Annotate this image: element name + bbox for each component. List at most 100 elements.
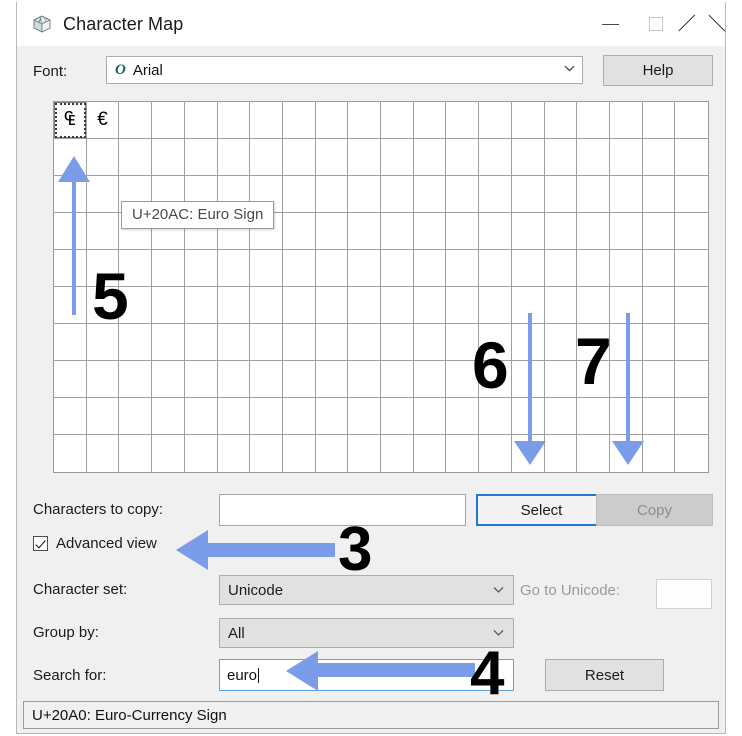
character-cell[interactable]	[577, 139, 610, 176]
character-cell[interactable]	[609, 176, 643, 213]
character-cell[interactable]	[283, 435, 316, 472]
character-cell[interactable]	[642, 139, 676, 176]
character-cell[interactable]	[675, 176, 708, 213]
maximize-button[interactable]	[633, 2, 679, 46]
select-button[interactable]: Select	[476, 494, 607, 526]
character-cell[interactable]	[184, 102, 218, 139]
character-cell[interactable]	[315, 213, 349, 250]
character-cell[interactable]	[479, 250, 512, 287]
character-cell[interactable]	[544, 176, 578, 213]
character-cell[interactable]	[544, 213, 578, 250]
character-cell[interactable]	[675, 435, 708, 472]
character-cell[interactable]	[152, 398, 185, 435]
character-cell[interactable]	[675, 324, 708, 361]
character-cell[interactable]	[282, 213, 316, 250]
character-cell[interactable]	[675, 102, 708, 139]
character-cell[interactable]	[577, 287, 610, 324]
help-button[interactable]: Help	[603, 55, 713, 86]
character-cell[interactable]	[315, 176, 349, 213]
character-cell[interactable]	[250, 361, 283, 398]
character-cell[interactable]	[446, 287, 480, 324]
character-cell[interactable]	[413, 139, 447, 176]
character-cell[interactable]	[119, 102, 153, 139]
character-cell[interactable]	[348, 324, 381, 361]
character-cell[interactable]	[315, 139, 349, 176]
character-cell[interactable]	[381, 250, 414, 287]
character-cell[interactable]	[675, 139, 708, 176]
character-cell[interactable]	[217, 398, 251, 435]
character-cell[interactable]	[609, 213, 643, 250]
character-cell[interactable]	[577, 250, 610, 287]
character-cell[interactable]	[381, 435, 414, 472]
advanced-view-checkbox[interactable]: Advanced view	[33, 535, 157, 552]
character-cell[interactable]	[315, 287, 349, 324]
character-cell[interactable]	[119, 361, 153, 398]
character-cell[interactable]	[511, 213, 545, 250]
character-cell[interactable]	[184, 398, 218, 435]
character-cell[interactable]	[152, 324, 185, 361]
character-cell-selected[interactable]: ₠	[54, 102, 87, 139]
character-cell[interactable]	[54, 324, 87, 361]
character-cell[interactable]	[479, 398, 512, 435]
character-cell[interactable]	[250, 398, 283, 435]
character-cell[interactable]	[185, 435, 218, 472]
character-cell[interactable]	[152, 250, 185, 287]
character-cell[interactable]	[348, 139, 381, 176]
character-cell[interactable]	[675, 361, 708, 398]
character-cell[interactable]	[282, 139, 316, 176]
character-cell[interactable]	[577, 102, 610, 139]
character-cell[interactable]	[86, 398, 120, 435]
character-cell[interactable]	[217, 324, 251, 361]
character-cell[interactable]	[381, 287, 414, 324]
character-cell[interactable]	[119, 435, 153, 472]
character-cell[interactable]	[642, 102, 676, 139]
character-cell[interactable]	[381, 398, 414, 435]
character-cell[interactable]	[217, 361, 251, 398]
character-cell[interactable]	[217, 250, 251, 287]
character-cell[interactable]	[348, 361, 381, 398]
character-cell[interactable]	[152, 139, 185, 176]
character-cell[interactable]	[446, 102, 480, 139]
character-cell[interactable]	[609, 139, 643, 176]
character-cell[interactable]	[152, 435, 185, 472]
character-cell[interactable]	[544, 139, 578, 176]
minimize-button[interactable]	[587, 2, 633, 46]
character-cell[interactable]	[446, 250, 480, 287]
character-cell[interactable]	[250, 435, 283, 472]
character-cell[interactable]	[577, 213, 610, 250]
character-cell[interactable]	[544, 250, 578, 287]
character-cell[interactable]	[413, 361, 447, 398]
character-cell[interactable]	[381, 176, 414, 213]
character-cell[interactable]	[642, 250, 676, 287]
character-cell[interactable]	[413, 398, 447, 435]
character-cell[interactable]	[609, 250, 643, 287]
character-cell[interactable]	[446, 435, 480, 472]
character-cell[interactable]	[479, 102, 512, 139]
character-cell[interactable]	[348, 250, 381, 287]
character-cell[interactable]	[282, 250, 316, 287]
character-cell[interactable]	[348, 176, 381, 213]
character-cell[interactable]	[119, 139, 153, 176]
character-cell[interactable]	[511, 176, 545, 213]
character-cell[interactable]	[184, 139, 218, 176]
character-cell[interactable]	[413, 102, 447, 139]
character-cell[interactable]	[675, 213, 708, 250]
character-cell[interactable]	[414, 435, 447, 472]
character-cell[interactable]	[511, 102, 545, 139]
character-cell[interactable]	[316, 435, 349, 472]
character-cell[interactable]	[544, 102, 578, 139]
character-cell[interactable]	[217, 139, 251, 176]
character-cell[interactable]	[152, 102, 185, 139]
character-cell[interactable]	[250, 102, 283, 139]
character-cell[interactable]	[381, 102, 414, 139]
character-cell[interactable]	[413, 250, 447, 287]
character-cell[interactable]	[282, 176, 316, 213]
character-cell[interactable]	[86, 361, 120, 398]
go-to-unicode-input[interactable]	[656, 579, 712, 609]
character-cell[interactable]	[152, 287, 185, 324]
close-button[interactable]	[679, 2, 725, 46]
character-cell[interactable]	[413, 213, 447, 250]
character-cell[interactable]	[250, 139, 283, 176]
character-cell[interactable]	[642, 176, 676, 213]
character-cell[interactable]	[348, 102, 381, 139]
